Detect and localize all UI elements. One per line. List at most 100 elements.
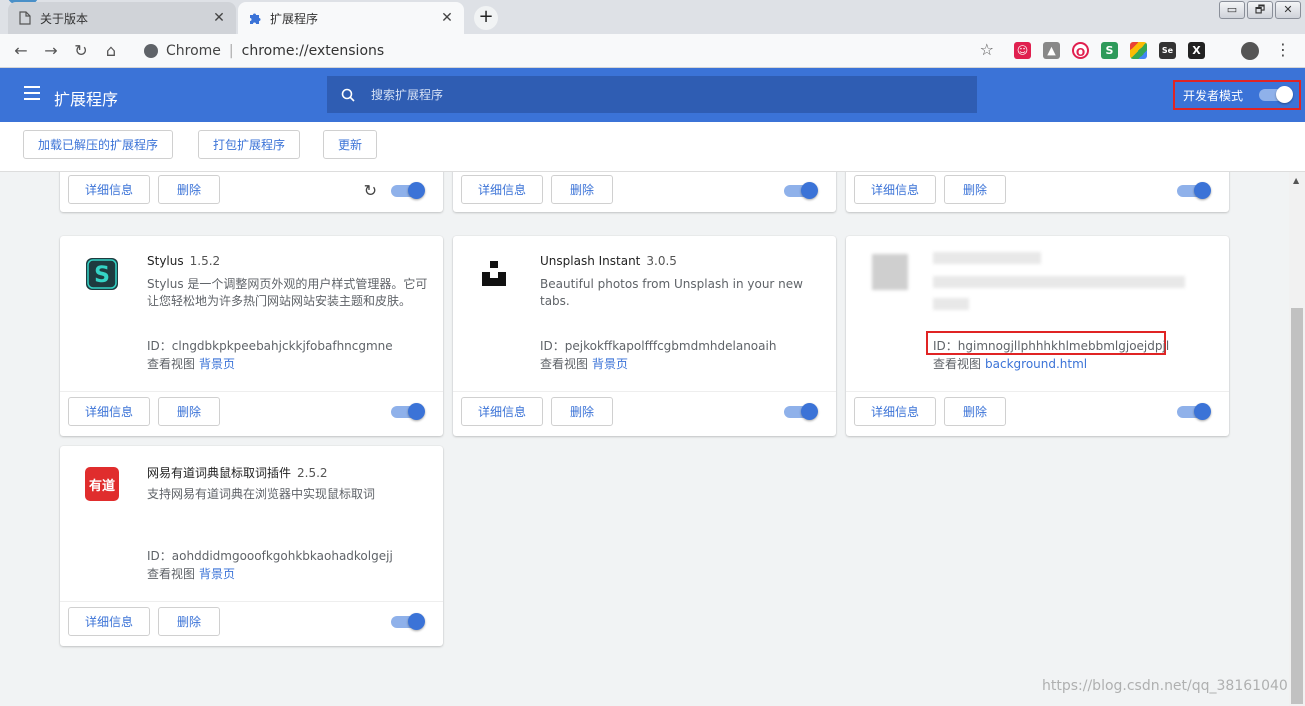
developer-action-bar: 加载已解压的扩展程序 打包扩展程序 更新 (0, 122, 1305, 172)
search-icon (341, 88, 355, 102)
extension-version: 3.0.5 (646, 254, 677, 268)
enable-toggle[interactable] (1177, 403, 1211, 420)
unsplash-logo-icon (477, 256, 513, 292)
svg-text:S: S (94, 263, 110, 288)
tab-about-version[interactable]: 关于版本 ✕ (8, 2, 236, 34)
new-tab-button[interactable]: + (474, 6, 498, 30)
remove-button[interactable]: 删除 (551, 175, 613, 204)
search-box[interactable] (327, 76, 977, 113)
extension-name: 网易有道词典鼠标取词插件 2.5.2 (147, 466, 328, 480)
minimize-button[interactable]: ▭ (1219, 1, 1245, 19)
forward-arrow-icon[interactable]: → (40, 40, 62, 62)
details-button[interactable]: 详细信息 (68, 397, 150, 426)
card-divider (453, 391, 836, 392)
reload-icon[interactable]: ↻ (70, 40, 92, 62)
extension-card-unsplash: Unsplash Instant 3.0.5 Beautiful photos f… (453, 236, 836, 436)
enable-toggle[interactable] (391, 403, 425, 420)
redacted-name (933, 252, 1041, 264)
back-arrow-icon[interactable]: ← (10, 40, 32, 62)
remove-button[interactable]: 删除 (158, 175, 220, 204)
background-page-link[interactable]: background.html (985, 357, 1087, 371)
tab-title: 扩展程序 (270, 11, 319, 26)
page-title: 扩展程序 (54, 90, 119, 109)
window-controls: ▭ 🗗 ✕ (1219, 1, 1301, 19)
url-text: chrome://extensions (241, 43, 385, 59)
page-scrollbar[interactable]: ▲ (1289, 172, 1305, 706)
developer-mode-toggle-group: 开发者模式 (1173, 80, 1301, 110)
opera-icon[interactable]: O (1072, 42, 1089, 59)
avatar[interactable] (1241, 42, 1259, 60)
scrollbar-thumb[interactable] (1291, 308, 1303, 704)
omnibox-separator: | (228, 43, 234, 59)
details-button[interactable]: 详细信息 (461, 397, 543, 426)
more-vert-icon[interactable]: ⋮ (1275, 42, 1291, 58)
restore-button[interactable]: 🗗 (1247, 1, 1273, 19)
browser-toolbar: ← → ↻ ⌂ Chrome | chrome://extensions ☆ ☺… (0, 34, 1305, 68)
stylus-icon[interactable]: S (1101, 42, 1118, 59)
load-unpacked-button[interactable]: 加载已解压的扩展程序 (23, 130, 174, 159)
puzzle-icon (248, 11, 262, 25)
enable-toggle[interactable] (784, 403, 818, 420)
inspect-views: 查看视图 背景页 (147, 567, 236, 581)
background-page-link[interactable]: 背景页 (199, 357, 235, 371)
enable-toggle[interactable] (784, 182, 818, 199)
selenium-icon[interactable]: Se (1159, 42, 1176, 59)
extension-card-partial: 详细信息 删除 ↻ (60, 172, 443, 212)
details-button[interactable]: 详细信息 (854, 397, 936, 426)
tab-extensions[interactable]: 扩展程序 ✕ (238, 2, 464, 34)
details-button[interactable]: 详细信息 (854, 175, 936, 204)
origin-chip: Chrome (166, 43, 221, 59)
x-extension-icon[interactable]: X (1188, 42, 1205, 59)
update-button[interactable]: 更新 (323, 130, 378, 159)
card-divider (846, 391, 1229, 392)
extension-icon-red[interactable]: ☺ (1014, 42, 1031, 59)
stylus-logo-icon: S (84, 256, 120, 292)
close-icon[interactable]: ✕ (212, 11, 226, 25)
details-button[interactable]: 详细信息 (68, 175, 150, 204)
details-button[interactable]: 详细信息 (461, 175, 543, 204)
developer-mode-label: 开发者模式 (1183, 88, 1244, 103)
extension-name (933, 254, 939, 268)
extension-version: 1.5.2 (189, 254, 221, 268)
redacted-description (933, 276, 1185, 288)
close-icon[interactable]: ✕ (440, 11, 454, 25)
background-page-link[interactable]: 背景页 (592, 357, 628, 371)
reload-icon[interactable]: ↻ (364, 181, 377, 200)
tab-title: 关于版本 (40, 11, 89, 26)
pack-extension-button[interactable]: 打包扩展程序 (198, 130, 301, 159)
remove-button[interactable]: 删除 (158, 607, 220, 636)
colorful-extension-icon[interactable] (1130, 42, 1147, 59)
extension-description: Stylus 是一个调整网页外观的用户样式管理器。它可让您轻松地为许多热门网站网… (147, 277, 428, 308)
chrome-icon (144, 44, 158, 58)
developer-mode-toggle[interactable] (1259, 86, 1294, 103)
address-bar[interactable]: Chrome | chrome://extensions ☆ (134, 38, 1004, 64)
remove-button[interactable]: 删除 (551, 397, 613, 426)
search-input[interactable] (371, 87, 871, 102)
menu-icon[interactable] (24, 86, 40, 100)
remove-button[interactable]: 删除 (944, 397, 1006, 426)
watermark: https://blog.csdn.net/qq_38161040 (1042, 678, 1288, 694)
extension-icon-gray[interactable]: ▲ (1043, 42, 1060, 59)
redacted-icon (872, 254, 908, 290)
extension-id: ID：clngdbkpkpeebahjckkjfobafhncgmne (147, 339, 393, 353)
youdao-logo-icon: 有道 (84, 466, 120, 502)
extension-name: Unsplash Instant 3.0.5 (540, 254, 677, 268)
enable-toggle[interactable] (391, 613, 425, 630)
enable-toggle[interactable] (1177, 182, 1211, 199)
home-icon[interactable]: ⌂ (100, 40, 122, 62)
details-button[interactable]: 详细信息 (68, 607, 150, 636)
scroll-up-icon[interactable]: ▲ (1293, 176, 1299, 185)
card-divider (60, 391, 443, 392)
enable-toggle[interactable] (391, 182, 425, 199)
extension-id: ID：hgimnogjllphhhkhlmebbmlgjoejdpjl (933, 339, 1170, 353)
extension-card-redacted: ID：hgimnogjllphhhkhlmebbmlgjoejdpjl 查看视图… (846, 236, 1229, 436)
remove-button[interactable]: 删除 (944, 175, 1006, 204)
close-window-button[interactable]: ✕ (1275, 1, 1301, 19)
extension-card-partial: 详细信息 删除 (846, 172, 1229, 212)
star-icon[interactable]: ☆ (980, 40, 994, 59)
extension-version: 2.5.2 (297, 466, 328, 480)
remove-button[interactable]: 删除 (158, 397, 220, 426)
background-page-link[interactable]: 背景页 (199, 567, 235, 581)
extension-description: Beautiful photos from Unsplash in your n… (540, 277, 803, 308)
redacted-description-2 (933, 298, 969, 310)
